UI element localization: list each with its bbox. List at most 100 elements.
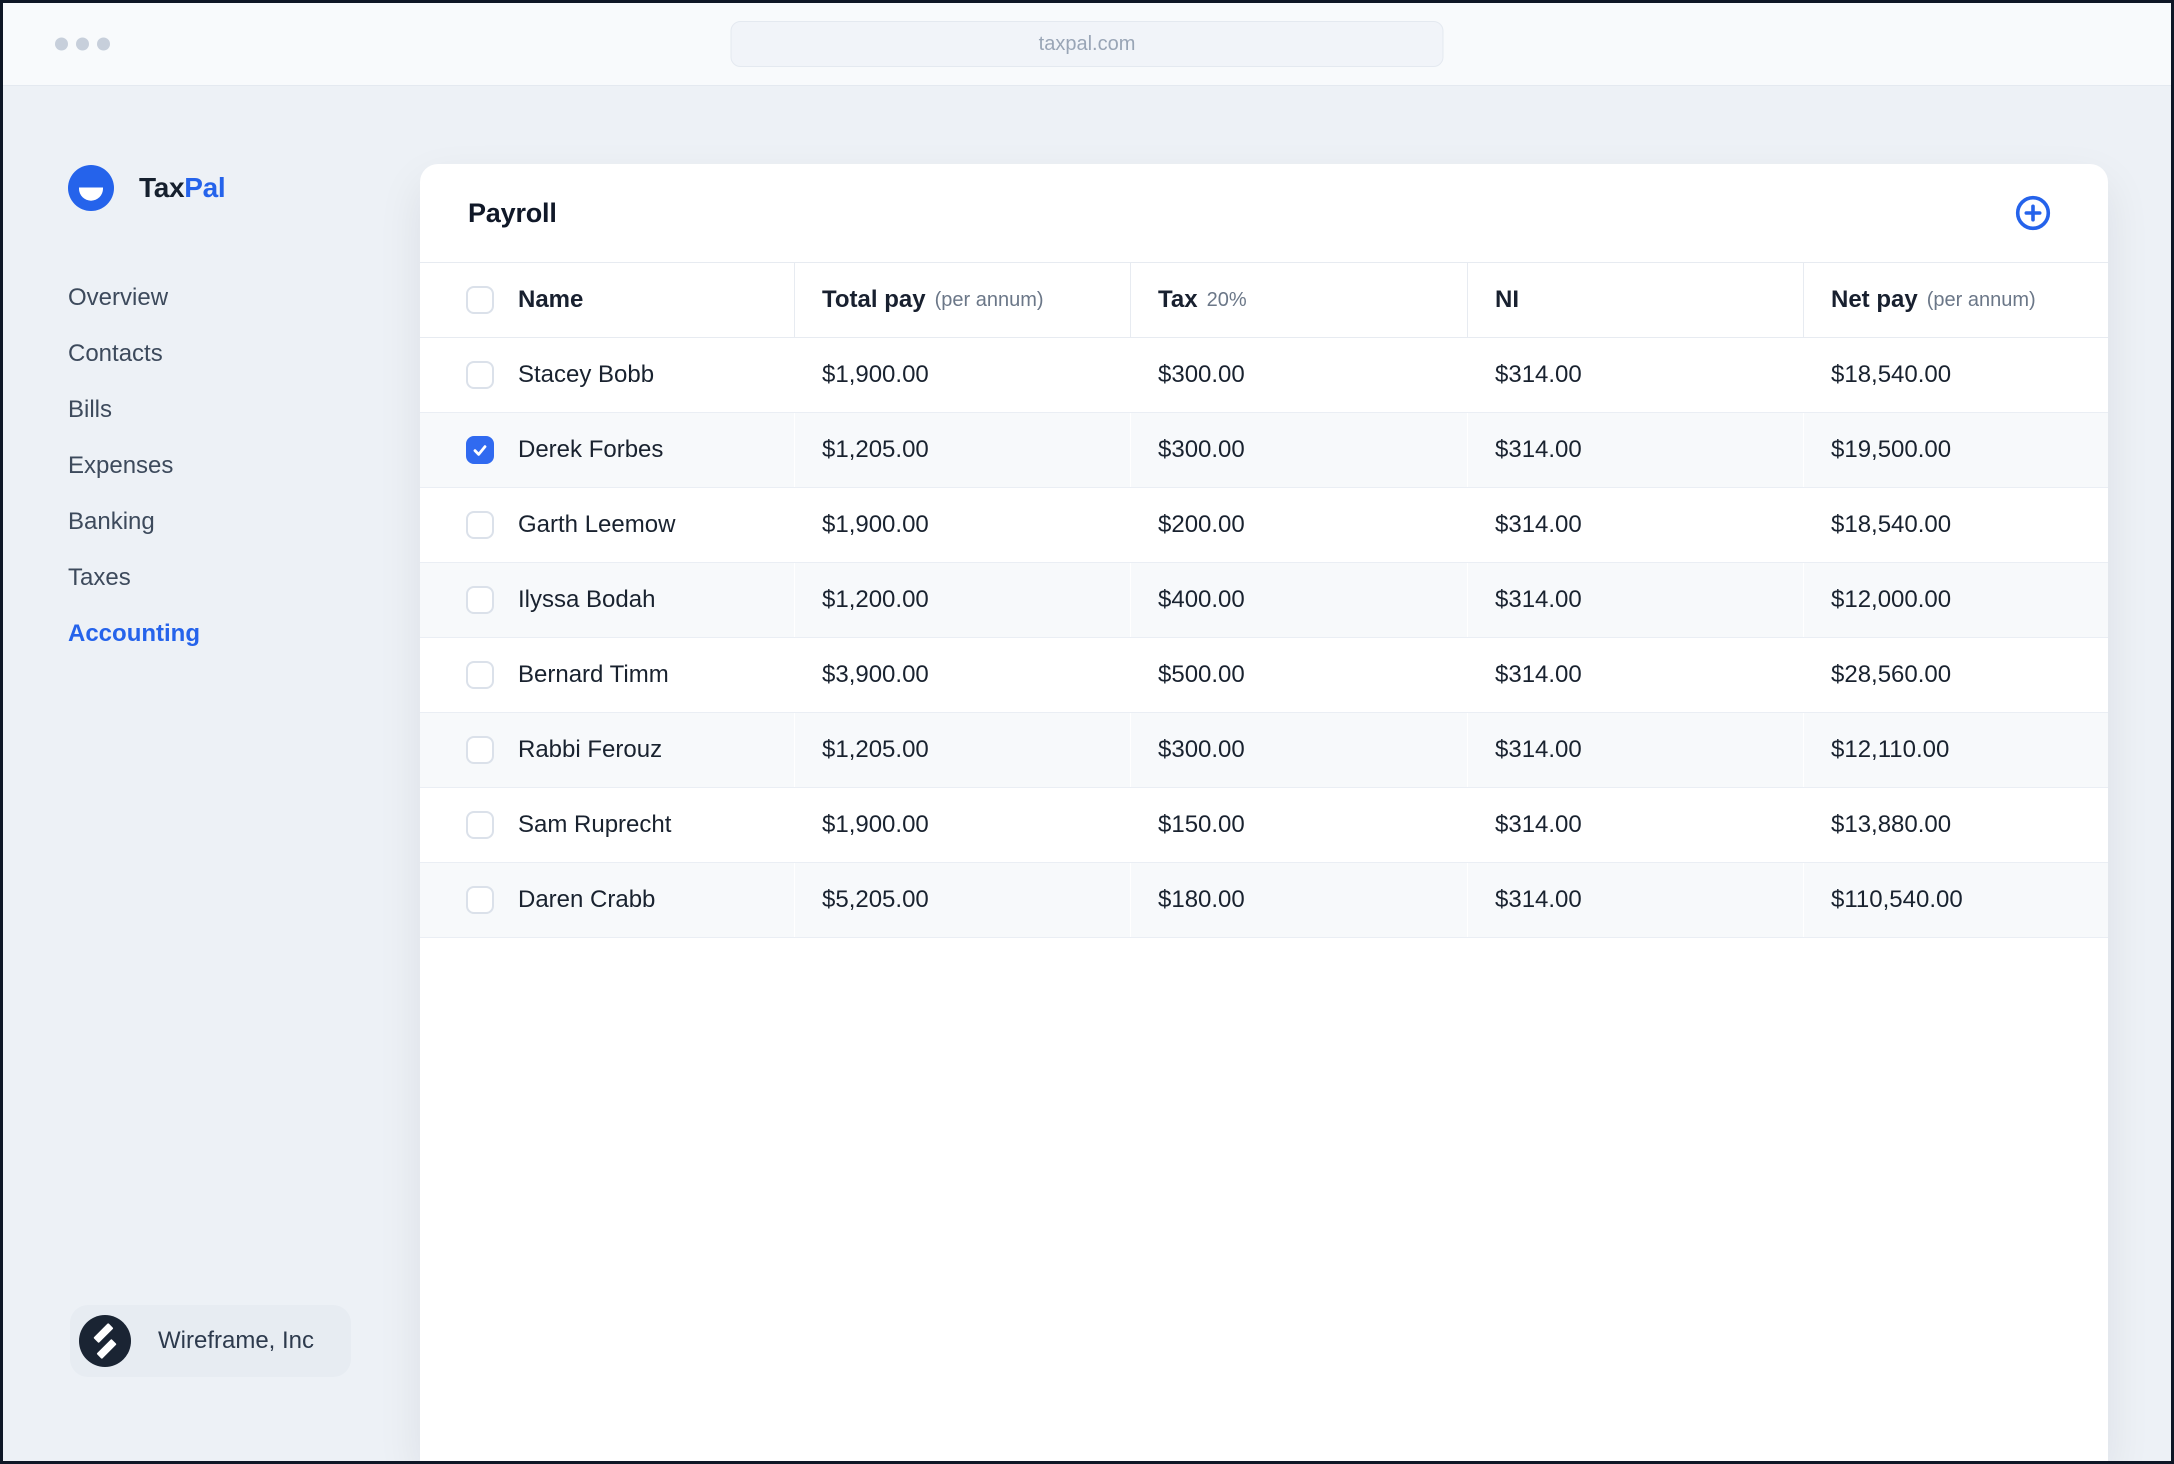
- sidebar-item-contacts[interactable]: Contacts: [68, 337, 420, 371]
- column-header-ni: NI: [1467, 263, 1803, 337]
- sidebar-item-label: Overview: [68, 284, 169, 311]
- cell-tax: $150.00: [1130, 788, 1467, 862]
- table-row: Bernard Timm $3,900.00 $500.00 $314.00 $…: [420, 638, 2108, 713]
- employee-name: Daren Crabb: [518, 886, 656, 913]
- org-switcher[interactable]: Wireframe, Inc: [70, 1305, 351, 1377]
- column-header-tax: Tax 20%: [1130, 263, 1467, 337]
- cell-net-pay: $12,000.00: [1803, 563, 2108, 637]
- column-header-total-pay: Total pay (per annum): [794, 263, 1130, 337]
- cell-total-pay: $1,205.00: [794, 413, 1130, 487]
- card-header: Payroll: [420, 164, 2108, 263]
- row-checkbox[interactable]: [466, 511, 494, 539]
- browser-chrome: taxpal.com: [3, 3, 2171, 86]
- sidebar-item-label: Bills: [68, 396, 113, 423]
- url-text: taxpal.com: [1038, 32, 1136, 55]
- sidebar-item-label: Expenses: [68, 452, 174, 479]
- cell-ni: $314.00: [1467, 563, 1803, 637]
- cell-ni: $314.00: [1467, 488, 1803, 562]
- app-window: taxpal.com TaxPal Overview Contacts Bill…: [0, 0, 2174, 1464]
- column-header-name: Name: [420, 263, 794, 337]
- sidebar-item-bills[interactable]: Bills: [68, 393, 420, 427]
- sidebar-item-label: Taxes: [68, 564, 131, 591]
- select-all-checkbox[interactable]: [466, 286, 494, 314]
- table-body: Stacey Bobb $1,900.00 $300.00 $314.00 $1…: [420, 338, 2108, 938]
- workspace: TaxPal Overview Contacts Bills Expenses …: [3, 86, 2171, 1461]
- sidebar: TaxPal Overview Contacts Bills Expenses …: [3, 86, 420, 1461]
- cell-tax: $180.00: [1130, 863, 1467, 937]
- cell-total-pay: $1,900.00: [794, 338, 1130, 412]
- employee-name: Rabbi Ferouz: [518, 736, 663, 763]
- sidebar-nav: Overview Contacts Bills Expenses Banking…: [68, 281, 420, 651]
- cell-total-pay: $1,205.00: [794, 713, 1130, 787]
- cell-tax: $400.00: [1130, 563, 1467, 637]
- cell-ni: $314.00: [1467, 863, 1803, 937]
- cell-total-pay: $1,200.00: [794, 563, 1130, 637]
- cell-tax: $300.00: [1130, 338, 1467, 412]
- table-row: Derek Forbes $1,205.00 $300.00 $314.00 $…: [420, 413, 2108, 488]
- cell-name: Daren Crabb: [420, 863, 794, 937]
- sidebar-item-taxes[interactable]: Taxes: [68, 561, 420, 595]
- row-checkbox[interactable]: [466, 436, 494, 464]
- payroll-card: Payroll Name Total pay (per annum) Tax 2…: [420, 164, 2108, 1461]
- plus-circle-icon: [2015, 195, 2051, 231]
- wireframe-logo-icon: [79, 1315, 131, 1367]
- cell-ni: $314.00: [1467, 713, 1803, 787]
- employee-name: Bernard Timm: [518, 661, 669, 688]
- window-dot-icon: [76, 37, 89, 51]
- cell-tax: $200.00: [1130, 488, 1467, 562]
- taxpal-logo-icon: [68, 165, 114, 211]
- window-controls: [55, 37, 110, 51]
- cell-name: Bernard Timm: [420, 638, 794, 712]
- window-dot-icon: [55, 37, 68, 51]
- cell-net-pay: $12,110.00: [1803, 713, 2108, 787]
- row-checkbox[interactable]: [466, 736, 494, 764]
- table-header: Name Total pay (per annum) Tax 20% NI Ne…: [420, 263, 2108, 338]
- column-header-net-pay: Net pay (per annum): [1803, 263, 2108, 337]
- logo-text: TaxPal: [139, 172, 226, 203]
- cell-ni: $314.00: [1467, 413, 1803, 487]
- employee-name: Ilyssa Bodah: [518, 586, 656, 613]
- sidebar-item-expenses[interactable]: Expenses: [68, 449, 420, 483]
- row-checkbox[interactable]: [466, 886, 494, 914]
- table-row: Daren Crabb $5,205.00 $180.00 $314.00 $1…: [420, 863, 2108, 938]
- table-row: Sam Ruprecht $1,900.00 $150.00 $314.00 $…: [420, 788, 2108, 863]
- page-title: Payroll: [468, 197, 557, 228]
- employee-name: Garth Leemow: [518, 511, 676, 538]
- url-bar[interactable]: taxpal.com: [730, 21, 1444, 67]
- cell-net-pay: $28,560.00: [1803, 638, 2108, 712]
- cell-net-pay: $19,500.00: [1803, 413, 2108, 487]
- row-checkbox[interactable]: [466, 361, 494, 389]
- sidebar-item-accounting[interactable]: Accounting: [68, 617, 420, 651]
- cell-net-pay: $13,880.00: [1803, 788, 2108, 862]
- table-row: Stacey Bobb $1,900.00 $300.00 $314.00 $1…: [420, 338, 2108, 413]
- row-checkbox[interactable]: [466, 586, 494, 614]
- sidebar-item-banking[interactable]: Banking: [68, 505, 420, 539]
- sidebar-item-label: Accounting: [68, 620, 200, 647]
- table-row: Ilyssa Bodah $1,200.00 $400.00 $314.00 $…: [420, 563, 2108, 638]
- cell-tax: $300.00: [1130, 413, 1467, 487]
- row-checkbox[interactable]: [466, 811, 494, 839]
- cell-net-pay: $18,540.00: [1803, 338, 2108, 412]
- employee-name: Derek Forbes: [518, 436, 664, 463]
- cell-name: Garth Leemow: [420, 488, 794, 562]
- table-row: Garth Leemow $1,900.00 $200.00 $314.00 $…: [420, 488, 2108, 563]
- cell-net-pay: $110,540.00: [1803, 863, 2108, 937]
- add-payroll-button[interactable]: [2014, 194, 2052, 232]
- sidebar-item-label: Contacts: [68, 340, 163, 367]
- cell-total-pay: $5,205.00: [794, 863, 1130, 937]
- employee-name: Sam Ruprecht: [518, 811, 672, 838]
- cell-ni: $314.00: [1467, 788, 1803, 862]
- row-checkbox[interactable]: [466, 661, 494, 689]
- org-name: Wireframe, Inc: [158, 1327, 315, 1354]
- cell-total-pay: $3,900.00: [794, 638, 1130, 712]
- check-icon: [473, 445, 487, 456]
- sidebar-item-overview[interactable]: Overview: [68, 281, 420, 315]
- logo: TaxPal: [68, 165, 420, 211]
- cell-name: Rabbi Ferouz: [420, 713, 794, 787]
- cell-ni: $314.00: [1467, 338, 1803, 412]
- cell-name: Derek Forbes: [420, 413, 794, 487]
- cell-name: Stacey Bobb: [420, 338, 794, 412]
- cell-tax: $500.00: [1130, 638, 1467, 712]
- cell-total-pay: $1,900.00: [794, 488, 1130, 562]
- cell-name: Ilyssa Bodah: [420, 563, 794, 637]
